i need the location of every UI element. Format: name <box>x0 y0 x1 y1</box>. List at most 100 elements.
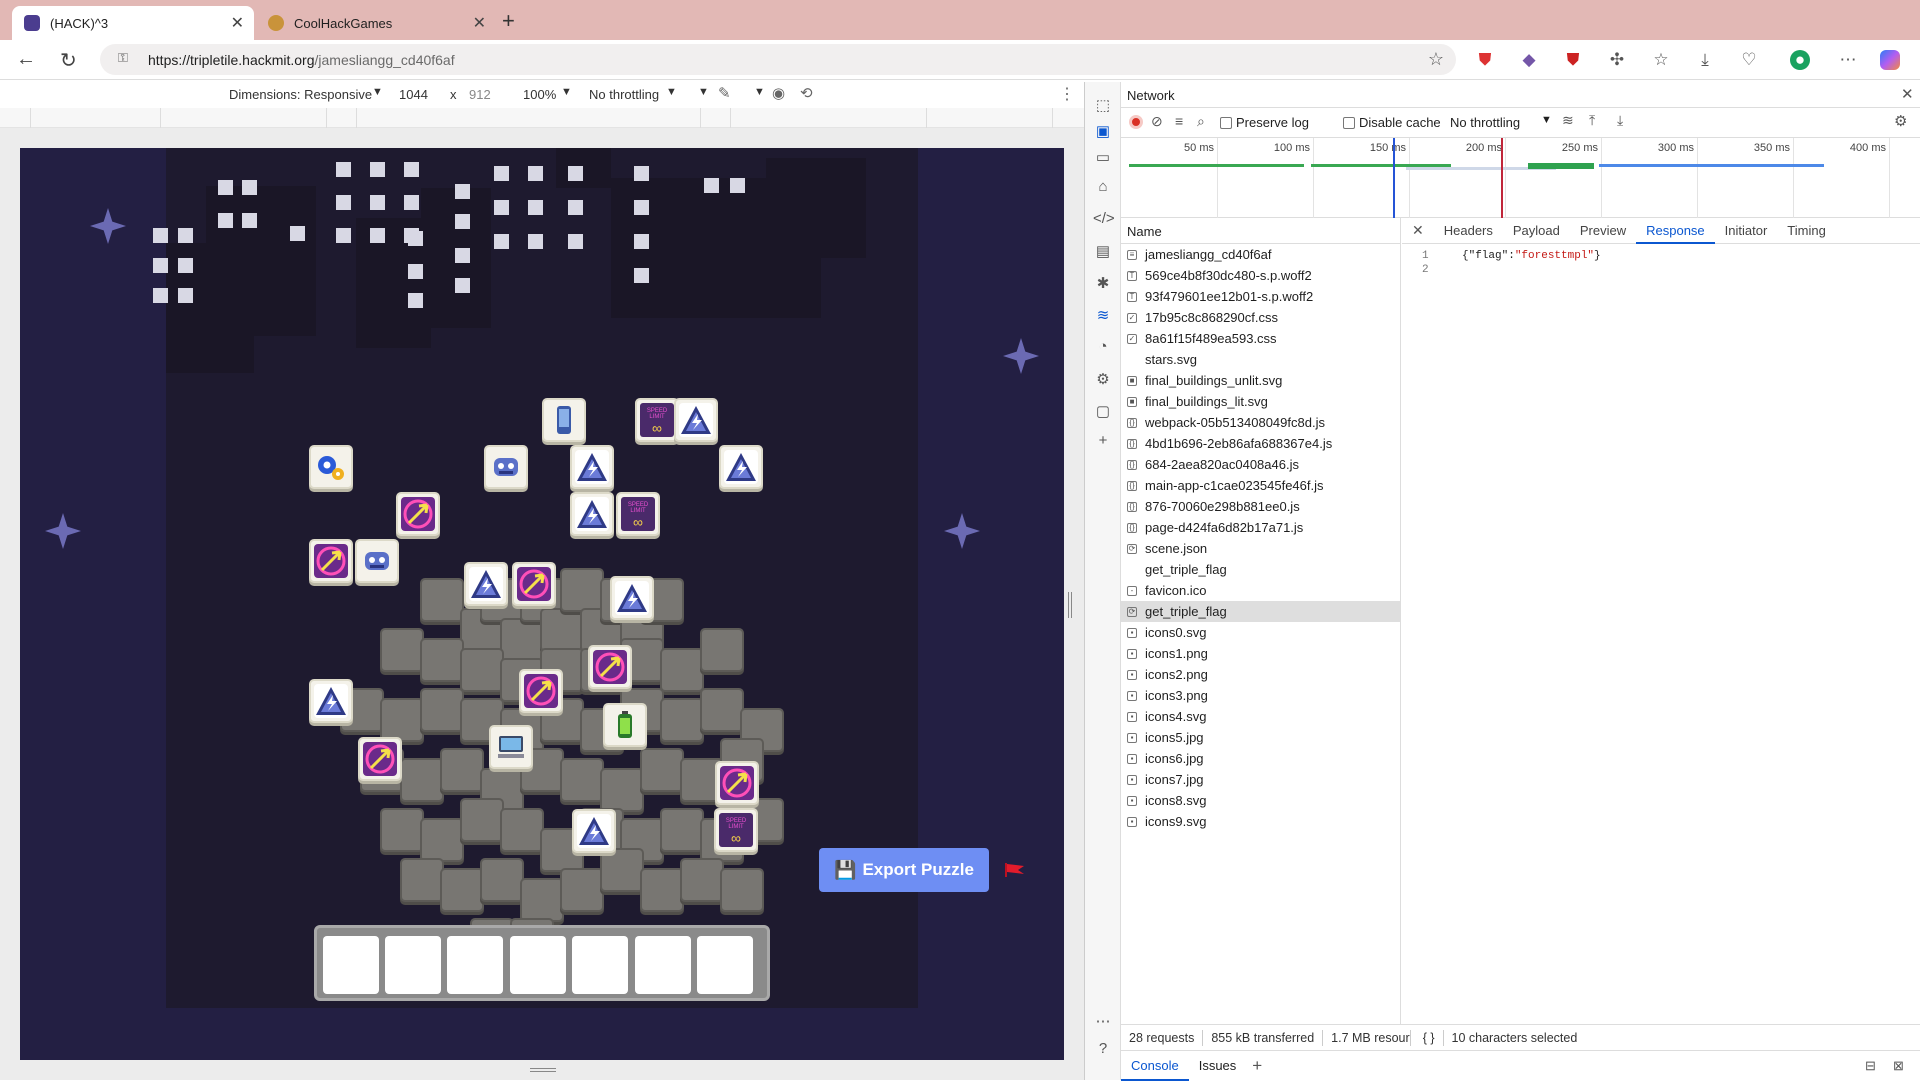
request-row[interactable]: ▪ icons0.svg <box>1121 622 1400 643</box>
request-row[interactable]: ≡ jamesliangg_cd40f6af <box>1121 244 1400 265</box>
gear-tile[interactable] <box>309 445 353 489</box>
resize-handle[interactable] <box>530 1068 556 1072</box>
address-bar[interactable]: ⚿ https://tripletile.hackmit.org/jamesli… <box>100 44 1456 75</box>
pc-tile[interactable] <box>489 725 533 769</box>
home-icon[interactable]: ⌂ <box>1093 178 1113 198</box>
request-row[interactable]: ⟳ get_triple_flag <box>1121 601 1400 622</box>
request-row[interactable]: ▪ icons7.jpg <box>1121 769 1400 790</box>
robot-tile[interactable] <box>484 445 528 489</box>
request-row[interactable]: T 569ce4b8f30dc480-s.p.woff2 <box>1121 265 1400 286</box>
resize-handle[interactable] <box>1068 592 1072 618</box>
name-column-header[interactable]: Name <box>1121 218 1400 244</box>
network-conditions-icon[interactable]: ≋ <box>1562 112 1574 129</box>
request-row[interactable]: {} page-d424fa6d82b17a71.js <box>1121 517 1400 538</box>
request-row[interactable]: ▪ icons6.jpg <box>1121 748 1400 769</box>
request-row[interactable]: ✓ 17b95c8c868290cf.css <box>1121 307 1400 328</box>
filter-icon[interactable]: ≡ <box>1175 113 1183 129</box>
speed-tile[interactable]: SPEED LIMIT ∞ <box>616 492 660 536</box>
ublock-extension-icon[interactable]: ⛊ <box>1563 50 1583 70</box>
tri-tile[interactable] <box>610 576 654 620</box>
extensions-puzzle-icon[interactable]: ✣ <box>1607 50 1627 70</box>
tab-console[interactable]: Console <box>1121 1051 1189 1081</box>
more-options-icon[interactable]: ⋮ <box>1059 84 1075 104</box>
performance-icon[interactable]: ♡ <box>1739 50 1759 70</box>
tab-coolhackgames[interactable]: CoolHackGames ✕ <box>256 6 496 40</box>
clear-icon[interactable]: ⊘ <box>1151 113 1163 130</box>
console-icon[interactable]: ▤ <box>1093 242 1113 262</box>
tri-tile[interactable] <box>464 562 508 606</box>
more-menu-icon[interactable]: ⋯ <box>1838 50 1858 70</box>
tri-tile[interactable] <box>572 809 616 853</box>
request-row[interactable]: T 93f479601ee12b01-s.p.woff2 <box>1121 286 1400 307</box>
dock-icon[interactable]: ⊟ <box>1865 1058 1876 1074</box>
bookmark-star-icon[interactable]: ☆ <box>1428 49 1444 70</box>
sources-bug-icon[interactable]: ✱ <box>1093 274 1113 294</box>
request-row[interactable]: ⟳ scene.json <box>1121 538 1400 559</box>
arrow-tile[interactable] <box>309 539 353 583</box>
upload-icon[interactable]: ⤒ <box>1589 112 1595 129</box>
tri-tile[interactable] <box>570 492 614 536</box>
close-drawer-icon[interactable]: ⊠ <box>1893 1058 1904 1074</box>
phone-tile[interactable] <box>542 398 586 442</box>
hacker-extension-icon[interactable]: ◆ <box>1519 50 1539 70</box>
favorites-icon[interactable]: ☆ <box>1651 50 1671 70</box>
download-icon[interactable]: ⤓ <box>1617 112 1623 129</box>
site-info-icon[interactable]: ⚿ <box>118 50 128 66</box>
disable-cache-checkbox[interactable] <box>1343 117 1355 129</box>
request-row[interactable]: ▪ icons8.svg <box>1121 790 1400 811</box>
eye-icon[interactable]: ◉ <box>772 84 785 102</box>
request-row[interactable]: - favicon.ico <box>1121 580 1400 601</box>
more-tools-icon[interactable]: ⋯ <box>1093 1012 1113 1032</box>
reload-icon[interactable]: ↻ <box>60 48 77 73</box>
arrow-tile[interactable] <box>588 645 632 689</box>
back-arrow-icon[interactable]: ← <box>16 48 36 71</box>
rotate-icon[interactable]: ⟲ <box>800 84 813 102</box>
request-row[interactable]: get_triple_flag <box>1121 559 1400 580</box>
tri-tile[interactable] <box>570 445 614 489</box>
search-icon[interactable]: ⌕ <box>1197 113 1205 130</box>
height-input[interactable]: 912 <box>469 87 491 102</box>
performance-gauge-icon[interactable]: ◔ <box>1093 338 1113 358</box>
dimensions-dropdown[interactable]: Dimensions: Responsive <box>229 87 372 102</box>
copilot-icon[interactable] <box>1880 50 1900 70</box>
export-puzzle-button[interactable]: 💾 Export Puzzle <box>819 848 989 892</box>
close-tab-icon[interactable]: ✕ <box>473 13 486 33</box>
tab-timing[interactable]: Timing <box>1777 218 1836 244</box>
close-tab-icon[interactable]: ✕ <box>231 13 244 33</box>
request-row[interactable]: {} main-app-c1cae023545fe46f.js <box>1121 475 1400 496</box>
window-icon[interactable]: ▭ <box>1093 148 1113 168</box>
battery-tile[interactable] <box>603 703 647 747</box>
request-row[interactable]: ■ final_buildings_lit.svg <box>1121 391 1400 412</box>
network-settings-gear-icon[interactable]: ⚙ <box>1894 112 1907 130</box>
tri-tile[interactable] <box>719 445 763 489</box>
response-body[interactable]: 1 {"flag":"foresttmpl"} 2 <box>1402 244 1920 278</box>
request-row[interactable]: ▪ icons1.png <box>1121 643 1400 664</box>
red-flag-icon[interactable] <box>1004 862 1026 878</box>
request-row[interactable]: ▪ icons9.svg <box>1121 811 1400 832</box>
speed-tile[interactable]: SPEED LIMIT ∞ <box>714 808 758 852</box>
preserve-log-checkbox[interactable] <box>1220 117 1232 129</box>
request-row[interactable]: {} webpack-05b513408049fc8d.js <box>1121 412 1400 433</box>
tab-payload[interactable]: Payload <box>1503 218 1570 244</box>
tri-tile[interactable] <box>674 398 718 442</box>
game-canvas[interactable]: SPEED LIMIT ∞ SPEED LIMIT ∞ SPEED LIMIT ∞ <box>20 148 1064 1060</box>
arrow-tile[interactable] <box>519 669 563 713</box>
tab-headers[interactable]: Headers <box>1434 218 1503 244</box>
add-tab-icon[interactable]: + <box>1246 1056 1268 1076</box>
request-row[interactable]: {} 876-70060e298b881ee0.js <box>1121 496 1400 517</box>
request-row[interactable]: {} 684-2aea820ac0408a46.js <box>1121 454 1400 475</box>
arrow-tile[interactable] <box>358 737 402 781</box>
request-row[interactable]: ▪ icons4.svg <box>1121 706 1400 727</box>
close-detail-icon[interactable]: ✕ <box>1402 222 1434 239</box>
request-row[interactable]: {} 4bd1b696-2eb86afa688367e4.js <box>1121 433 1400 454</box>
settings-gear-icon[interactable]: ⚙ <box>1093 370 1113 390</box>
network-wifi-icon[interactable]: ≋ <box>1093 306 1113 326</box>
network-timeline-overview[interactable]: 50 ms 100 ms 150 ms 200 ms 250 ms 300 ms 350 m… <box>1121 138 1920 218</box>
tab-issues[interactable]: Issues <box>1189 1058 1247 1073</box>
profile-avatar[interactable]: ● <box>1790 50 1810 70</box>
download-icon[interactable]: ⤓ <box>1695 50 1715 70</box>
speed-tile[interactable]: SPEED LIMIT ∞ <box>635 398 679 442</box>
request-row[interactable]: ✓ 8a61f15f489ea593.css <box>1121 328 1400 349</box>
request-row[interactable]: ▪ icons5.jpg <box>1121 727 1400 748</box>
add-tool-icon[interactable]: + <box>1093 432 1113 452</box>
